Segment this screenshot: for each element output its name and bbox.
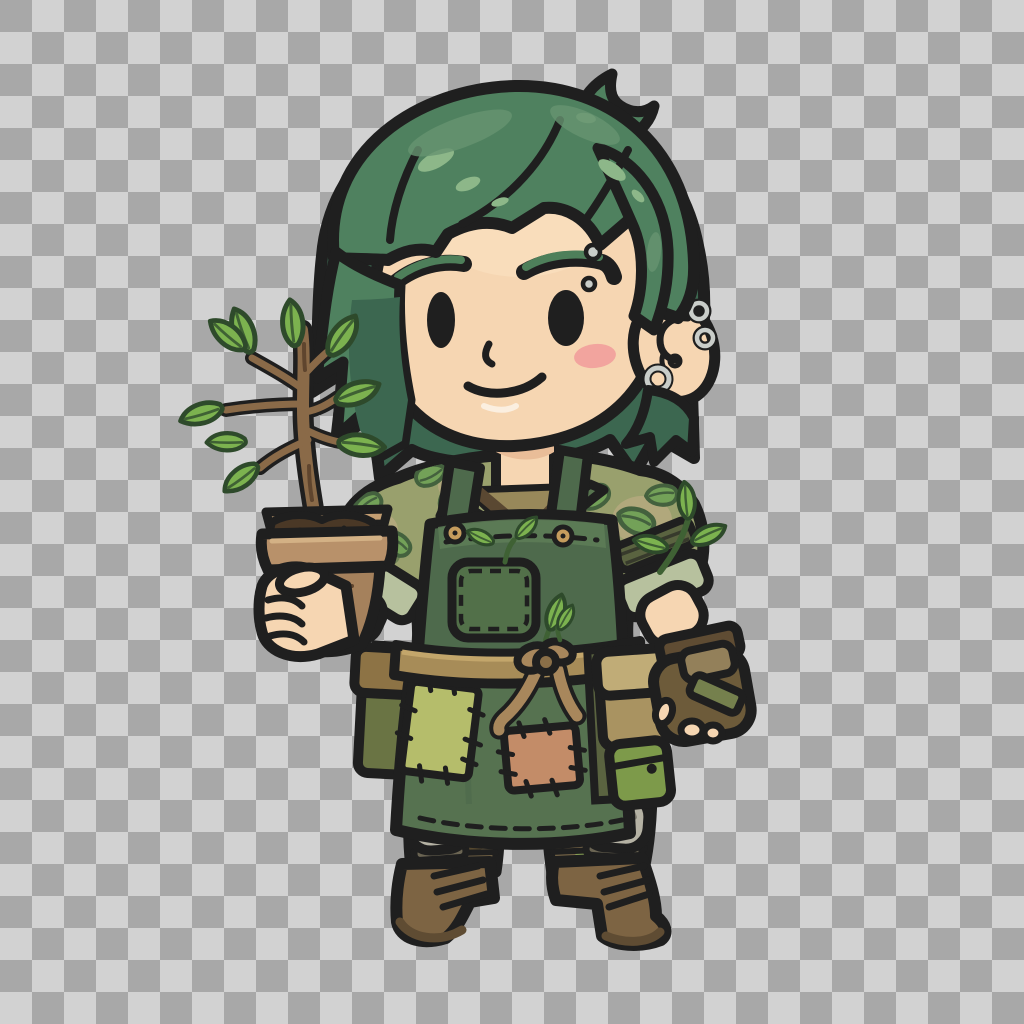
patch-brown bbox=[496, 716, 588, 799]
transparent-checkerboard-canvas bbox=[0, 0, 1024, 1024]
character-illustration bbox=[0, 0, 1024, 1024]
right-eye bbox=[548, 290, 584, 346]
green-pouch bbox=[608, 739, 672, 807]
left-eye bbox=[427, 292, 455, 348]
fingerless-glove bbox=[650, 624, 755, 745]
right-boot bbox=[552, 858, 666, 945]
left-boot bbox=[396, 862, 494, 941]
